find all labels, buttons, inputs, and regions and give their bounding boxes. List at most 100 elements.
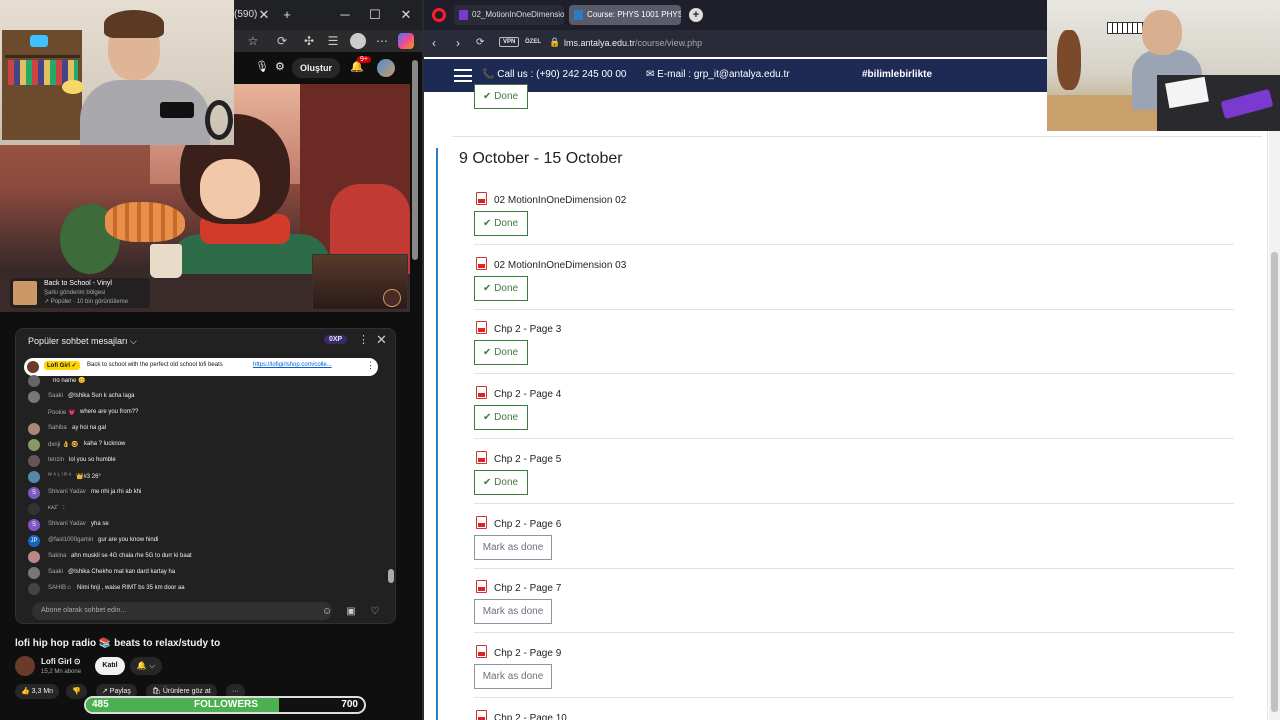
mark-as-done-button[interactable]: Mark as done	[474, 663, 552, 689]
like-button[interactable]: 👍 3,3 Mn	[15, 684, 60, 699]
chat-author-avatar[interactable]	[28, 439, 40, 451]
activity-link[interactable]: Chp 2 - Page 6	[494, 519, 561, 530]
account-avatar[interactable]	[377, 59, 395, 77]
activity-link[interactable]: Chp 2 - Page 7	[494, 583, 561, 594]
lms-scrollbar[interactable]	[1269, 92, 1280, 720]
profile-avatar[interactable]	[350, 33, 366, 49]
lock-icon[interactable]: 🔒	[549, 37, 560, 48]
chat-author-name[interactable]: @fast1000gamin	[48, 537, 93, 543]
tab-close-icon[interactable]: ✕	[252, 4, 276, 26]
menu-dots-icon[interactable]: ⋯	[373, 32, 391, 50]
chat-menu-icon[interactable]: ⋮	[358, 333, 369, 346]
chat-author-avatar[interactable]	[28, 455, 40, 467]
url-field[interactable]: lms.antalya.edu.tr/course/view.php	[564, 38, 702, 48]
pinned-menu-icon[interactable]: ⋮	[366, 360, 375, 371]
chat-author-name[interactable]: Saaki	[48, 569, 63, 575]
chat-author-name[interactable]: SAHIB☺	[48, 585, 72, 591]
new-tab-icon[interactable]: +	[275, 4, 299, 26]
song-card[interactable]: Back to School - Vinyl Şarkı gönderim bö…	[10, 278, 150, 308]
video-cat	[105, 202, 185, 242]
chat-message-text: lol you so humble	[69, 457, 116, 463]
pdf-file-icon	[476, 515, 487, 529]
channel-name[interactable]: Lofi Girl ⊙	[41, 657, 81, 666]
chat-author-avatar[interactable]	[28, 503, 40, 515]
dislike-button[interactable]: 👎	[66, 684, 87, 699]
chat-author-avatar[interactable]	[28, 407, 40, 419]
chat-author-avatar[interactable]: S	[28, 487, 40, 499]
favorites-icon[interactable]: ☰	[324, 32, 342, 50]
activity-link[interactable]: 02 MotionInOneDimension 02	[494, 195, 626, 206]
chat-author-avatar[interactable]: JP	[28, 535, 40, 547]
chat-author-name[interactable]: Sakina	[48, 553, 66, 559]
extension-icon[interactable]: ⟳	[273, 32, 291, 50]
activity-link[interactable]: Chp 2 - Page 4	[494, 389, 561, 400]
chat-author-name[interactable]: ᵂ ᴬ ᴸ ᴵ ᴿ ᴬ	[48, 473, 71, 479]
activity-link[interactable]: Chp 2 - Page 5	[494, 454, 561, 465]
chat-author-name[interactable]: Saaki	[48, 393, 63, 399]
chat-author-name[interactable]: Pookie 💗	[48, 409, 75, 416]
chat-author-name[interactable]: dxnji 👌 🤓	[48, 441, 79, 448]
mark-as-done-button[interactable]: Mark as done	[474, 599, 552, 625]
puzzle-icon[interactable]: ✣	[300, 32, 318, 50]
previous-done-button[interactable]: ✔ Done	[474, 84, 528, 109]
reload-icon[interactable]: ⟳	[476, 37, 484, 48]
heart-icon[interactable]: ♡	[368, 605, 382, 619]
pinned-link[interactable]: https://lofigirlshop.com/colle...	[253, 362, 332, 368]
chat-author-name[interactable]: tenzin	[48, 457, 64, 463]
activity-link[interactable]: Chp 2 - Page 3	[494, 324, 561, 335]
chat-close-icon[interactable]: ✕	[376, 332, 387, 348]
window-close-icon[interactable]: ✕	[394, 4, 418, 26]
chat-author-name[interactable]: Sahiba	[48, 425, 67, 431]
chat-author-avatar[interactable]	[28, 551, 40, 563]
super-chat-icon[interactable]: ▣	[344, 605, 358, 619]
minimize-icon[interactable]: ─	[333, 4, 357, 26]
chat-author-avatar[interactable]	[28, 375, 40, 387]
forward-icon[interactable]: ›	[456, 36, 460, 50]
chat-author-avatar[interactable]	[28, 423, 40, 435]
chat-scrollbar[interactable]	[388, 359, 394, 591]
channel-avatar[interactable]	[15, 656, 35, 676]
mark-as-done-button[interactable]: Mark as done	[474, 534, 552, 560]
done-button[interactable]: ✔ Done	[474, 405, 528, 431]
song-thumbnail	[13, 281, 37, 305]
join-button[interactable]: Katıl	[95, 657, 125, 675]
copilot-icon[interactable]	[398, 33, 414, 49]
chat-author-name[interactable]: Shivani Yadav	[48, 521, 86, 527]
done-button[interactable]: ✔ Done	[474, 211, 528, 236]
subscription-bell-button[interactable]: 🔔 ⌵	[130, 657, 162, 675]
mic-icon[interactable]: 🎙	[255, 60, 269, 73]
activity-link[interactable]: Chp 2 - Page 9	[494, 648, 561, 659]
chat-author-avatar[interactable]	[28, 567, 40, 579]
points-badge[interactable]: 0XP	[324, 335, 348, 344]
create-button[interactable]: Oluştur	[292, 58, 341, 78]
vpn-badge[interactable]: VPN	[499, 37, 520, 47]
tab-course-phys[interactable]: Course: PHYS 1001 PHYSI	[569, 5, 681, 25]
chat-author-avatar[interactable]: S	[28, 519, 40, 531]
back-icon[interactable]: ‹	[432, 36, 436, 50]
chat-author-avatar[interactable]	[28, 583, 40, 595]
yt-scroll-thumb[interactable]	[412, 60, 418, 260]
hamburger-menu-icon[interactable]	[454, 69, 472, 82]
chat-input[interactable]: Abone olarak sohbet edin...	[32, 602, 332, 620]
chat-scroll-thumb[interactable]	[388, 569, 394, 583]
chat-author-name[interactable]: Shivani Yadav	[48, 489, 86, 495]
chat-title[interactable]: Popüler sohbet mesajları ⌵	[28, 336, 137, 347]
activity-link[interactable]: Chp 2 - Page 10	[494, 713, 567, 720]
activity-link[interactable]: 02 MotionInOneDimension 03	[494, 260, 626, 271]
chat-author-name[interactable]: ĸᴀᴢ'	[48, 505, 58, 511]
email-text[interactable]: ✉ E-mail : grp_it@antalya.edu.tr	[646, 69, 790, 80]
chat-author-avatar[interactable]	[28, 391, 40, 403]
bookmark-star-icon[interactable]: ☆	[244, 32, 262, 50]
cast-icon[interactable]: ⚙	[275, 60, 285, 73]
emoji-icon[interactable]: ☺	[320, 605, 334, 619]
yt-page-scrollbar[interactable]	[410, 54, 420, 720]
chat-author-avatar[interactable]	[28, 471, 40, 483]
maximize-icon[interactable]: ☐	[363, 4, 387, 26]
lms-scroll-thumb[interactable]	[1271, 252, 1278, 712]
done-button[interactable]: ✔ Done	[474, 340, 528, 366]
opera-logo-icon[interactable]	[432, 8, 446, 22]
new-tab-button[interactable]: +	[689, 8, 703, 22]
done-button[interactable]: ✔ Done	[474, 469, 528, 495]
tab-motion-pdf[interactable]: 02_MotionInOneDimensio	[454, 5, 564, 25]
done-button[interactable]: ✔ Done	[474, 275, 528, 301]
